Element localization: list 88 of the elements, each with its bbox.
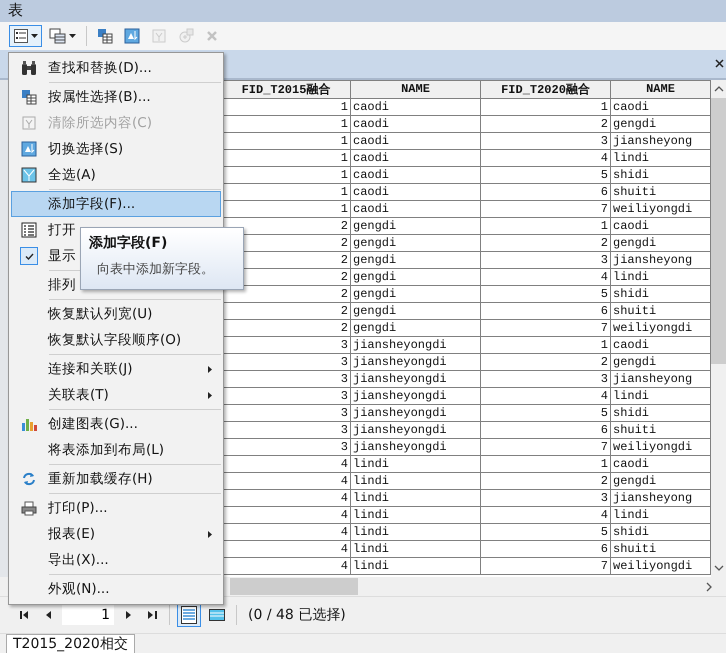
table-cell: shidi: [610, 523, 710, 540]
table-cell: gengdi: [610, 115, 710, 132]
tooltip-title: 添加字段(F): [89, 234, 168, 252]
table-cell: jiansheyong: [610, 132, 710, 150]
table-cell: 1: [480, 455, 610, 472]
table-cell: lindi: [350, 557, 480, 574]
table-cell: lindi: [350, 472, 480, 490]
table-cell: shidi: [610, 166, 710, 184]
table-cell: gengdi: [350, 217, 480, 234]
table-cell: caodi: [350, 149, 480, 166]
table-cell: 4: [480, 506, 610, 524]
table-cell: lindi: [610, 506, 710, 524]
table-cell: 7: [480, 319, 610, 336]
table-cell: jiansheyongdi: [350, 387, 480, 404]
table-cell: gengdi: [610, 353, 710, 370]
table-cell: 6: [480, 183, 610, 200]
table-cell: jiansheyongdi: [350, 404, 480, 422]
tooltip-text: 向表中添加新字段。: [96, 261, 215, 278]
table-cell: gengdi: [350, 302, 480, 320]
table-cell: jiansheyongdi: [350, 336, 480, 354]
table-cell: 6: [480, 421, 610, 438]
table-cell: lindi: [350, 523, 480, 540]
table-cell: gengdi: [350, 268, 480, 286]
table-cell: jiansheyongdi: [350, 438, 480, 456]
table-cell: shidi: [610, 285, 710, 302]
table-cell: weiliyongdi: [610, 557, 710, 574]
table-cell: 5: [480, 523, 610, 540]
table-cell: caodi: [350, 115, 480, 132]
table-cell: gengdi: [350, 251, 480, 268]
table-cell: lindi: [350, 506, 480, 524]
table-cell: jiansheyong: [610, 489, 710, 506]
table-cell: gengdi: [610, 234, 710, 252]
table-cell: 3: [480, 132, 610, 150]
table-cell: jiansheyongdi: [350, 353, 480, 370]
table-cell: 6: [480, 540, 610, 558]
table-cell: 4: [480, 268, 610, 286]
table-cell: gengdi: [350, 285, 480, 302]
table-cell: 2: [480, 234, 610, 252]
table-cell: caodi: [610, 336, 710, 354]
table-cell: lindi: [350, 540, 480, 558]
table-cell: 3: [480, 489, 610, 506]
table-cell: shuiti: [610, 540, 710, 558]
table-cell: shuiti: [610, 183, 710, 200]
table-cell: 5: [480, 285, 610, 302]
table-cell: 3: [480, 251, 610, 268]
table-cell: jiansheyong: [610, 370, 710, 388]
table-cell: 7: [480, 200, 610, 218]
table-cell: 2: [480, 115, 610, 132]
table-cell: jiansheyong: [610, 251, 710, 268]
table-cell: caodi: [350, 200, 480, 218]
table-cell: shidi: [610, 404, 710, 422]
table-cell: caodi: [610, 217, 710, 234]
table-cell: weiliyongdi: [610, 319, 710, 336]
selection-count: (0 / 48 已选择): [248, 606, 346, 624]
table-cell: gengdi: [350, 234, 480, 252]
table-cell: 1: [480, 217, 610, 234]
table-cell: lindi: [610, 387, 710, 404]
table-cell: gengdi: [610, 472, 710, 490]
table-cell: 4: [480, 149, 610, 166]
table-cell: lindi: [350, 489, 480, 506]
table-cell: caodi: [350, 183, 480, 200]
table-cell: shuiti: [610, 302, 710, 320]
table-cell: caodi: [350, 132, 480, 150]
table-cell: shuiti: [610, 421, 710, 438]
table-cell: 1: [480, 98, 610, 116]
table-cell: 2: [480, 472, 610, 490]
table-cell: lindi: [350, 455, 480, 472]
table-cell: caodi: [350, 166, 480, 184]
table-cell: jiansheyongdi: [350, 370, 480, 388]
table-cell: 7: [480, 438, 610, 456]
table-cell: 1: [480, 336, 610, 354]
table-cell: 4: [480, 387, 610, 404]
table-cell: 6: [480, 302, 610, 320]
table-cell: gengdi: [350, 319, 480, 336]
table-cell: 5: [480, 166, 610, 184]
table-cell: 5: [480, 404, 610, 422]
table-cell: caodi: [610, 455, 710, 472]
table-cell: jiansheyongdi: [350, 421, 480, 438]
table-cell: weiliyongdi: [610, 200, 710, 218]
table-cell: caodi: [350, 98, 480, 116]
table-cell: lindi: [610, 149, 710, 166]
table-cell: weiliyongdi: [610, 438, 710, 456]
table-cell: lindi: [610, 268, 710, 286]
table-cell: 7: [480, 557, 610, 574]
table-cell: 3: [480, 370, 610, 388]
table-cell: caodi: [610, 98, 710, 116]
window-title: 表: [8, 1, 23, 20]
table-cell: 2: [480, 353, 610, 370]
